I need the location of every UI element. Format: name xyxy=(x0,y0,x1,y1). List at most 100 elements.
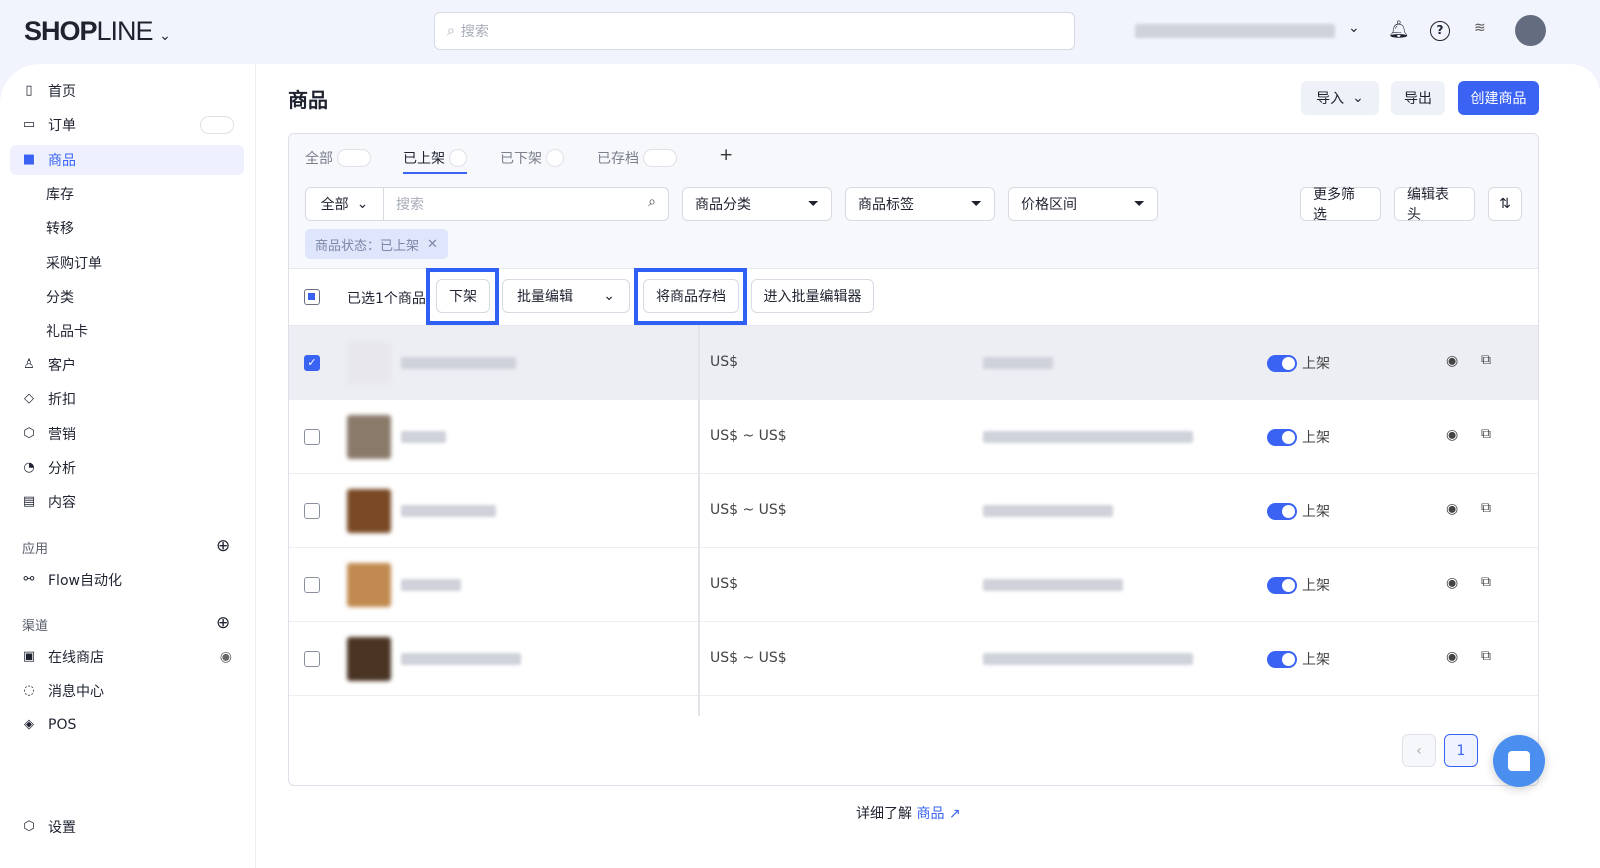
sidebar-item-analytics[interactable]: ◔ 分析 xyxy=(10,453,244,483)
table-row[interactable]: US$ ~ US$ 上架 ◉ ⧉ xyxy=(289,622,1538,696)
product-name[interactable] xyxy=(401,357,516,369)
status-label: 上架 xyxy=(1302,504,1330,520)
sidebar-item-pos[interactable]: ◈ POS xyxy=(10,710,244,740)
sidebar-item-content[interactable]: ▤ 内容 xyxy=(10,487,244,517)
status-filter-chip: 商品状态：已上架 ✕ xyxy=(305,229,448,259)
category-filter[interactable]: 商品分类 ⏷ xyxy=(682,187,832,221)
product-thumbnail[interactable] xyxy=(347,637,391,681)
order-icon: ▭ xyxy=(22,117,36,132)
sidebar-item-discounts[interactable]: ◇ 折扣 xyxy=(10,384,244,414)
eye-icon[interactable]: ◉ xyxy=(1446,575,1458,591)
sidebar-item-online-store[interactable]: ▣ 在线商店 ◉ xyxy=(10,642,244,672)
sidebar-item-orders[interactable]: ▭ 订单 xyxy=(10,110,244,140)
row-checkbox[interactable]: ✓ xyxy=(304,355,320,371)
price: US$ ~ US$ xyxy=(710,428,787,444)
product-name[interactable] xyxy=(401,579,461,591)
table-row[interactable]: US$ 上架 ◉ ⧉ xyxy=(289,548,1538,622)
external-link-icon[interactable]: ↗ xyxy=(949,806,961,822)
sidebar-item-flow[interactable]: ⚯ Flow自动化 xyxy=(10,565,244,595)
copy-icon[interactable]: ⧉ xyxy=(1481,426,1491,442)
sidebar-item-marketing[interactable]: ⬡ 营销 xyxy=(10,419,244,449)
eye-icon[interactable]: ◉ xyxy=(220,649,232,665)
tab-all[interactable]: 全部 xyxy=(305,148,371,168)
status-toggle[interactable] xyxy=(1267,651,1297,668)
sidebar-item-inventory[interactable]: 库存 xyxy=(10,179,244,209)
row-checkbox[interactable] xyxy=(304,429,320,445)
product-thumbnail[interactable] xyxy=(347,563,391,607)
import-button[interactable]: 导入 ⌄ xyxy=(1301,81,1379,115)
add-tab-button[interactable]: + xyxy=(719,145,733,165)
sort-button[interactable]: ⇅ xyxy=(1488,187,1522,221)
bell-icon[interactable]: 🔔︎ xyxy=(1388,20,1410,40)
store-icon: ▣ xyxy=(22,649,36,664)
product-search-input[interactable]: 搜索 ⌕ xyxy=(384,194,668,214)
logo[interactable]: SHOPLINE ⌄ xyxy=(24,16,171,47)
sidebar-item-products[interactable]: ■ 商品 xyxy=(10,145,244,175)
status-toggle[interactable] xyxy=(1267,577,1297,594)
sidebar-item-customers[interactable]: ♙ 客户 xyxy=(10,350,244,380)
global-search-input[interactable]: ⌕ 搜索 xyxy=(434,12,1075,50)
status-toggle[interactable] xyxy=(1267,503,1297,520)
chevron-down-icon[interactable]: ⌄ xyxy=(1348,20,1360,36)
prev-page-button[interactable]: ‹ xyxy=(1402,734,1436,767)
status-toggle[interactable] xyxy=(1267,429,1297,446)
table-row[interactable]: US$ ~ US$ 上架 ◉ ⧉ xyxy=(289,400,1538,474)
status-label: 上架 xyxy=(1302,356,1330,372)
eye-icon[interactable]: ◉ xyxy=(1446,353,1458,369)
price-filter[interactable]: 价格区间 ⏷ xyxy=(1008,187,1158,221)
more-filters-button[interactable]: 更多筛选 xyxy=(1300,187,1381,223)
table-row[interactable]: US$ ~ US$ 上架 ◉ ⧉ xyxy=(289,474,1538,548)
status-toggle[interactable] xyxy=(1267,355,1297,372)
product-name[interactable] xyxy=(401,505,496,517)
highlight-box xyxy=(634,268,747,325)
sidebar-item-gift-cards[interactable]: 礼品卡 xyxy=(10,316,244,346)
tab-listed[interactable]: 已上架 xyxy=(403,148,467,174)
bulk-edit-dropdown[interactable]: 批量编辑 ⌄ xyxy=(502,279,630,313)
edit-columns-button[interactable]: 编辑表头 xyxy=(1394,187,1475,223)
sidebar-item-messages[interactable]: ◌ 消息中心 xyxy=(10,676,244,706)
table-row[interactable]: ✓ US$ 上架 ◉ ⧉ xyxy=(289,326,1538,400)
create-product-button[interactable]: 创建商品 xyxy=(1458,81,1539,115)
row-checkbox[interactable] xyxy=(304,577,320,593)
copy-icon[interactable]: ⧉ xyxy=(1481,352,1491,368)
add-app-icon[interactable]: ⊕ xyxy=(216,536,230,556)
store-name[interactable] xyxy=(1135,24,1335,38)
row-checkbox[interactable] xyxy=(304,503,320,519)
selected-count: 已选1个商品 xyxy=(347,291,426,307)
highlight-box xyxy=(426,268,499,325)
row-checkbox[interactable] xyxy=(304,651,320,667)
product-name[interactable] xyxy=(401,653,521,665)
help-icon[interactable]: ? xyxy=(1430,21,1450,41)
sidebar-item-settings[interactable]: ⬡ 设置 xyxy=(10,812,244,842)
sidebar-item-home[interactable]: ▯ 首页 xyxy=(10,76,244,106)
eye-icon[interactable]: ◉ xyxy=(1446,427,1458,443)
close-icon[interactable]: ✕ xyxy=(427,237,438,252)
copy-icon[interactable]: ⧉ xyxy=(1481,500,1491,516)
page-1-button[interactable]: 1 xyxy=(1444,734,1478,767)
product-thumbnail[interactable] xyxy=(347,489,391,533)
product-name[interactable] xyxy=(401,431,446,443)
chat-launcher-button[interactable] xyxy=(1493,735,1545,787)
select-all-checkbox[interactable] xyxy=(304,289,320,305)
product-thumbnail[interactable] xyxy=(347,341,391,385)
tags-filter[interactable]: 商品标签 ⏷ xyxy=(845,187,995,221)
copy-icon[interactable]: ⧉ xyxy=(1481,648,1491,664)
avatar-icon[interactable] xyxy=(1515,15,1546,46)
sidebar-item-categories[interactable]: 分类 xyxy=(10,282,244,312)
wifi-icon[interactable]: ≋ xyxy=(1474,20,1486,36)
export-button[interactable]: 导出 xyxy=(1391,81,1445,115)
tab-unlisted[interactable]: 已下架 xyxy=(500,148,564,168)
eye-icon[interactable]: ◉ xyxy=(1446,501,1458,517)
bulk-editor-button[interactable]: 进入批量编辑器 xyxy=(751,279,874,313)
sidebar-item-purchase-orders[interactable]: 采购订单 xyxy=(10,248,244,278)
tab-archived[interactable]: 已存档 xyxy=(597,148,677,168)
add-channel-icon[interactable]: ⊕ xyxy=(216,613,230,633)
apps-section-title: 应用 xyxy=(22,542,49,557)
learn-more: 详细了解 商品 ↗ xyxy=(856,806,961,822)
scope-select[interactable]: 全部 ⌄ xyxy=(306,188,384,220)
product-thumbnail[interactable] xyxy=(347,415,391,459)
learn-more-link[interactable]: 商品 xyxy=(916,806,944,822)
eye-icon[interactable]: ◉ xyxy=(1446,649,1458,665)
sidebar-item-transfers[interactable]: 转移 xyxy=(10,213,244,243)
copy-icon[interactable]: ⧉ xyxy=(1481,574,1491,590)
